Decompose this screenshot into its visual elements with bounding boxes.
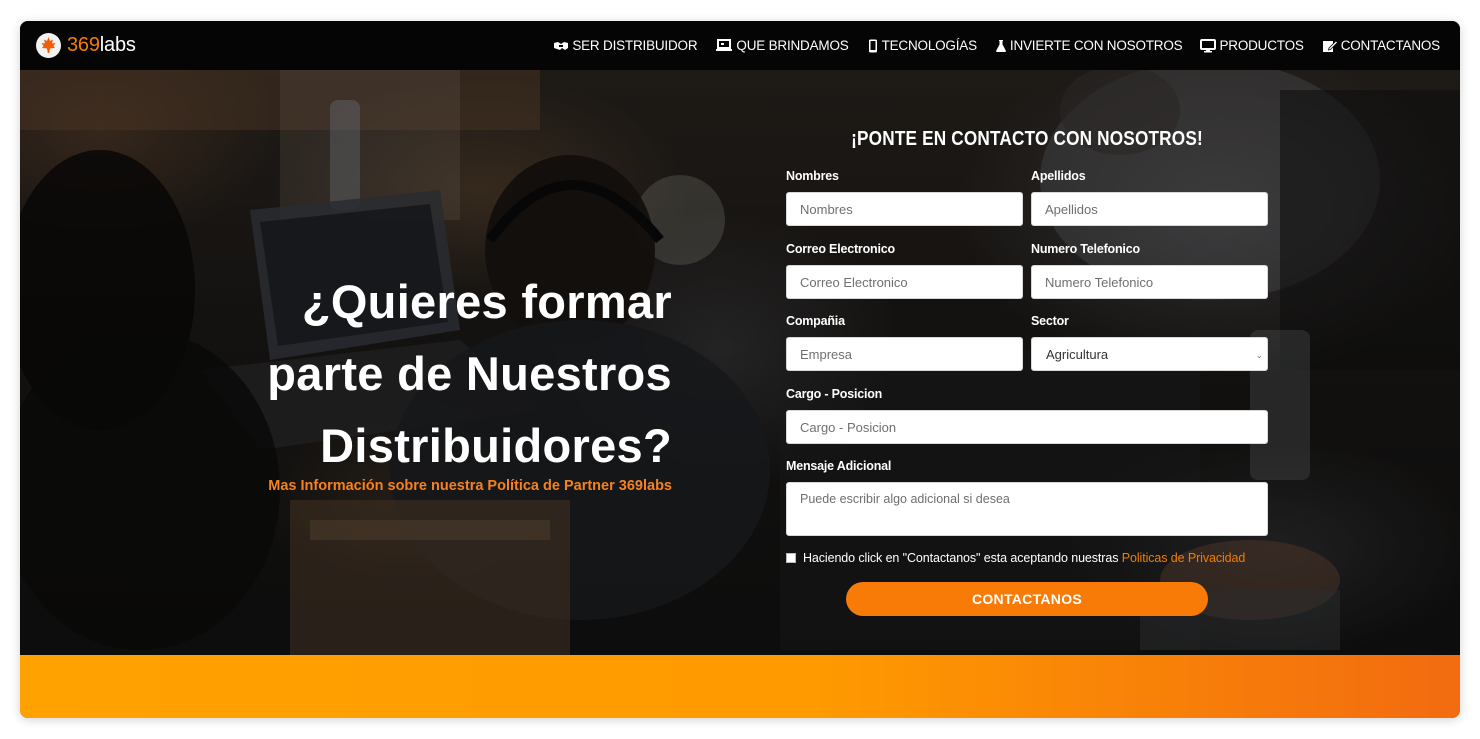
nav-item-que-brindamos[interactable]: QUE BRINDAMOS bbox=[715, 38, 849, 53]
sector-selected-value: Agricultura bbox=[1046, 346, 1109, 362]
brand-name: 369labs bbox=[67, 34, 136, 57]
nav-item-tecnologias[interactable]: TECNOLOGÍAS bbox=[867, 38, 977, 53]
cargo-label: Cargo - Posicion bbox=[786, 387, 883, 401]
apellidos-input[interactable] bbox=[1031, 192, 1268, 226]
contactanos-submit-button[interactable]: CONTACTANOS bbox=[846, 582, 1208, 616]
company-input[interactable] bbox=[786, 337, 1023, 371]
brand-name-word: labs bbox=[99, 34, 136, 56]
apellidos-label: Apellidos bbox=[1031, 169, 1086, 183]
nav-item-label: CONTACTANOS bbox=[1340, 38, 1441, 53]
sector-label: Sector bbox=[1031, 314, 1069, 328]
nav-item-productos[interactable]: PRODUCTOS bbox=[1200, 38, 1304, 53]
consent-text: Haciendo click en "Contactanos" esta ace… bbox=[803, 551, 1119, 565]
mobile-icon bbox=[868, 39, 877, 52]
nombres-label: Nombres bbox=[786, 169, 839, 183]
headline-line: Distribuidores? bbox=[320, 419, 672, 472]
nav-item-contactanos[interactable]: CONTACTANOS bbox=[1322, 38, 1440, 53]
position-input[interactable] bbox=[786, 410, 1268, 444]
nombres-input[interactable] bbox=[786, 192, 1023, 226]
flask-icon bbox=[995, 39, 1006, 52]
maple-leaf-icon bbox=[36, 33, 61, 58]
chevron-down-icon: ⌄ bbox=[1255, 350, 1263, 360]
laptop-icon bbox=[716, 39, 733, 51]
edit-icon bbox=[1322, 39, 1338, 52]
sector-select[interactable]: Agricultura ⌄ bbox=[1031, 337, 1268, 371]
partner-policy-link[interactable]: Mas Información sobre nuestra Política d… bbox=[112, 478, 672, 494]
nav-item-label: SER DISTRIBUIDOR bbox=[572, 38, 698, 53]
message-textarea[interactable] bbox=[786, 482, 1268, 536]
orange-footer-band bbox=[20, 655, 1460, 718]
hero-section: ¿Quieres formar parte de Nuestros Distri… bbox=[20, 70, 1460, 655]
compania-label: Compañia bbox=[786, 314, 845, 328]
email-input[interactable] bbox=[786, 265, 1023, 299]
top-navbar: 369labs SER DISTRIBUIDOR QUE BRINDAMOS T… bbox=[20, 21, 1460, 70]
mensaje-label: Mensaje Adicional bbox=[786, 459, 892, 473]
privacy-policy-link[interactable]: Politicas de Privacidad bbox=[1122, 551, 1246, 565]
headline-line: parte de Nuestros bbox=[267, 347, 672, 400]
nav-item-label: PRODUCTOS bbox=[1219, 38, 1304, 53]
correo-label: Correo Electronico bbox=[786, 242, 895, 256]
privacy-consent: Haciendo click en "Contactanos" esta ace… bbox=[786, 551, 1245, 565]
headline-line: ¿Quieres formar bbox=[301, 275, 672, 328]
brand-logo-link[interactable]: 369labs bbox=[36, 33, 136, 58]
privacy-checkbox[interactable] bbox=[786, 553, 796, 563]
nav-item-label: QUE BRINDAMOS bbox=[736, 38, 849, 53]
nav-links: SER DISTRIBUIDOR QUE BRINDAMOS TECNOLOGÍ… bbox=[535, 38, 1440, 53]
form-title: ¡PONTE EN CONTACTO CON NOSOTROS! bbox=[851, 128, 1203, 150]
telefono-label: Numero Telefonico bbox=[1031, 242, 1140, 256]
brand-name-number: 369 bbox=[67, 34, 100, 56]
nav-item-label: INVIERTE CON NOSOTROS bbox=[1009, 38, 1183, 53]
desktop-icon bbox=[1200, 38, 1217, 52]
phone-input[interactable] bbox=[1031, 265, 1268, 299]
nav-item-invierte[interactable]: INVIERTE CON NOSOTROS bbox=[995, 38, 1183, 53]
browser-frame: 369labs SER DISTRIBUIDOR QUE BRINDAMOS T… bbox=[20, 21, 1460, 718]
nav-item-label: TECNOLOGÍAS bbox=[881, 38, 978, 53]
hero-headline: ¿Quieres formar parte de Nuestros Distri… bbox=[152, 266, 672, 482]
handshake-icon bbox=[554, 41, 569, 50]
nav-item-ser-distribuidor[interactable]: SER DISTRIBUIDOR bbox=[553, 38, 698, 53]
